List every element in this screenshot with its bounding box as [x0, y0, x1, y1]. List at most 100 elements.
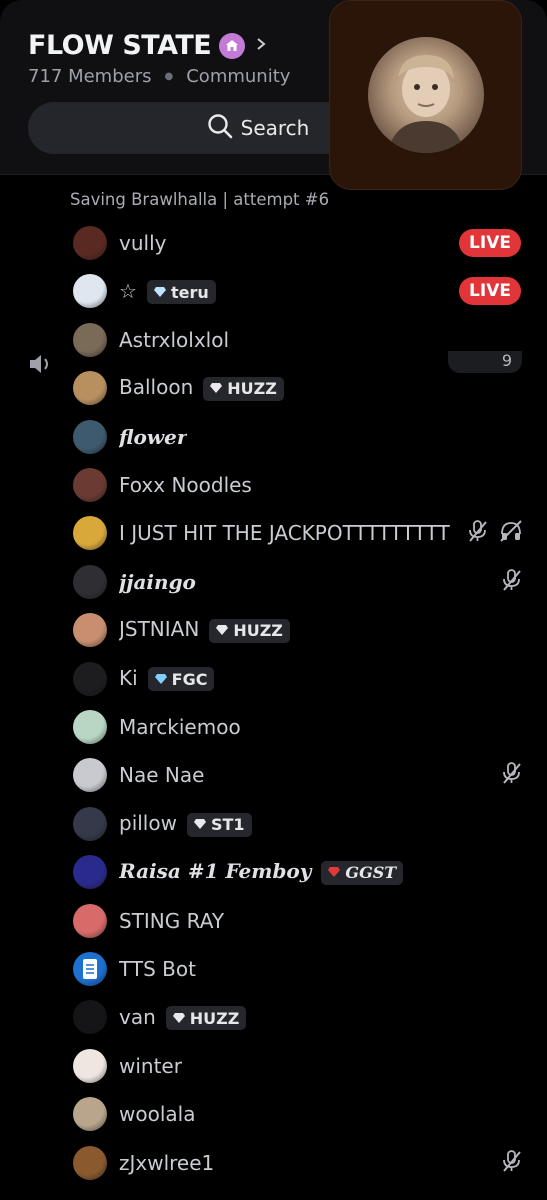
- mic-muted-icon: [501, 568, 523, 596]
- mic-muted-icon: [501, 761, 523, 789]
- server-type: Community: [186, 66, 291, 87]
- member-name: STING RAY: [119, 909, 224, 933]
- member-row[interactable]: Marckiemoo: [0, 703, 547, 751]
- separator-dot: ●: [164, 71, 174, 82]
- member-row[interactable]: I JUST HIT THE JACKPOTTTTTTTTT: [0, 509, 547, 557]
- clan-tag[interactable]: GGST: [321, 860, 404, 885]
- clan-tag-label: HUZZ: [227, 379, 277, 399]
- member-name-text: Nae Nae: [119, 763, 205, 788]
- member-name-text: winter: [119, 1053, 182, 1078]
- clan-tag[interactable]: FGC: [147, 667, 215, 692]
- member-row[interactable]: jjaingo: [0, 558, 547, 606]
- member-row[interactable]: Nae Nae: [0, 751, 547, 799]
- avatar: [73, 1000, 107, 1035]
- avatar: [73, 468, 107, 502]
- member-name-text: Ki: [119, 665, 138, 690]
- member-row[interactable]: zJxwlree1: [0, 1139, 547, 1187]
- clan-tag-label: HUZZ: [189, 1008, 240, 1028]
- clan-tag[interactable]: HUZZ: [209, 618, 290, 643]
- avatar: [73, 274, 107, 309]
- member-row[interactable]: Raisa #1 Femboy GGST: [0, 848, 547, 896]
- avatar: [73, 806, 107, 841]
- member-row[interactable]: van HUZZ: [0, 993, 547, 1041]
- clan-tag-label: HUZZ: [233, 621, 283, 641]
- clan-tag[interactable]: HUZZ: [165, 1006, 247, 1031]
- avatar: [73, 952, 107, 986]
- member-name: Ki FGC: [119, 665, 215, 692]
- member-row[interactable]: Ki FGC: [0, 655, 547, 703]
- clan-tag[interactable]: teru: [146, 280, 216, 305]
- tag-gem-icon: [172, 1009, 186, 1028]
- clan-tag[interactable]: HUZZ: [203, 376, 284, 401]
- tag-gem-icon: [153, 283, 167, 302]
- pip-user-avatar: [367, 37, 484, 153]
- avatar: [73, 419, 107, 454]
- member-row[interactable]: Balloon HUZZ: [0, 364, 547, 412]
- member-row[interactable]: Astrxlolxlol: [0, 316, 547, 364]
- video-pip-overlay[interactable]: [329, 0, 522, 190]
- member-name-text: van: [119, 1004, 156, 1029]
- member-row[interactable]: pillow ST1: [0, 800, 547, 848]
- member-name: Astrxlolxlol: [119, 328, 229, 352]
- member-name-text: zJxwlree1: [119, 1150, 215, 1175]
- avatar: [73, 564, 107, 599]
- member-name: Marckiemoo: [119, 715, 241, 739]
- member-row[interactable]: STING RAY: [0, 897, 547, 945]
- member-name: JSTNIAN HUZZ: [119, 617, 290, 643]
- member-name-text: TTS Bot: [119, 957, 196, 981]
- voice-channel-panel: FLOW STATE 717 Members ● Community Searc…: [0, 0, 547, 1200]
- avatar: [73, 1048, 107, 1083]
- server-name[interactable]: FLOW STATE: [28, 30, 212, 61]
- member-row[interactable]: winter: [0, 1042, 547, 1090]
- member-row[interactable]: vully LIVE: [0, 219, 547, 267]
- member-name: winter: [119, 1054, 182, 1078]
- clan-tag-label: GGST: [345, 863, 397, 883]
- clan-tag-label: FGC: [171, 669, 208, 689]
- tag-gem-icon: [154, 670, 168, 689]
- headphones-muted-icon: [499, 519, 523, 547]
- tag-gem-icon: [209, 379, 223, 398]
- clan-tag[interactable]: ST1: [186, 812, 252, 837]
- member-count: 717 Members: [28, 66, 152, 87]
- member-row[interactable]: ☆ teru LIVE: [0, 267, 547, 315]
- member-name: van HUZZ: [119, 1004, 247, 1031]
- member-name-text: Astrxlolxlol: [119, 327, 229, 352]
- member-name-text: woolala: [119, 1102, 196, 1127]
- live-badge[interactable]: LIVE: [459, 229, 521, 257]
- member-name: Nae Nae: [119, 763, 204, 787]
- avatar: [73, 855, 107, 890]
- member-name: flower: [119, 425, 187, 449]
- avatar: [73, 661, 107, 696]
- member-name-text: flower: [119, 424, 188, 449]
- member-row[interactable]: woolala: [0, 1090, 547, 1138]
- member-name: zJxwlree1: [119, 1151, 214, 1175]
- member-row[interactable]: JSTNIAN HUZZ: [0, 606, 547, 654]
- member-row[interactable]: TTS Bot: [0, 945, 547, 993]
- member-row[interactable]: flower: [0, 413, 547, 461]
- member-name-text: jjaingo: [119, 569, 196, 594]
- mic-muted-icon: [467, 519, 489, 547]
- avatar: [73, 226, 107, 260]
- member-row[interactable]: Foxx Noodles: [0, 461, 547, 509]
- tag-gem-icon: [215, 621, 229, 640]
- member-name: I JUST HIT THE JACKPOTTTTTTTTT: [119, 521, 450, 545]
- tag-gem-icon: [327, 863, 341, 882]
- voice-status-icons: [501, 1149, 523, 1177]
- community-badge-icon: [219, 32, 246, 59]
- server-title-row[interactable]: FLOW STATE: [28, 30, 267, 61]
- avatar: [73, 516, 107, 551]
- voice-status-icons: [501, 568, 523, 596]
- voice-status-icons: [501, 761, 523, 789]
- member-name: vully: [119, 231, 166, 255]
- member-name-text: Balloon: [119, 375, 194, 400]
- member-name-text: STING RAY: [119, 908, 225, 933]
- member-name-text: pillow: [119, 811, 177, 836]
- avatar: [73, 613, 107, 648]
- live-badge[interactable]: LIVE: [459, 277, 521, 306]
- voice-status-icons: [467, 519, 523, 547]
- member-name: TTS Bot: [119, 957, 196, 981]
- tag-gem-icon: [193, 815, 207, 834]
- avatar: [73, 710, 107, 744]
- chevron-right-icon[interactable]: [255, 36, 267, 56]
- member-name-text: ☆: [119, 278, 137, 303]
